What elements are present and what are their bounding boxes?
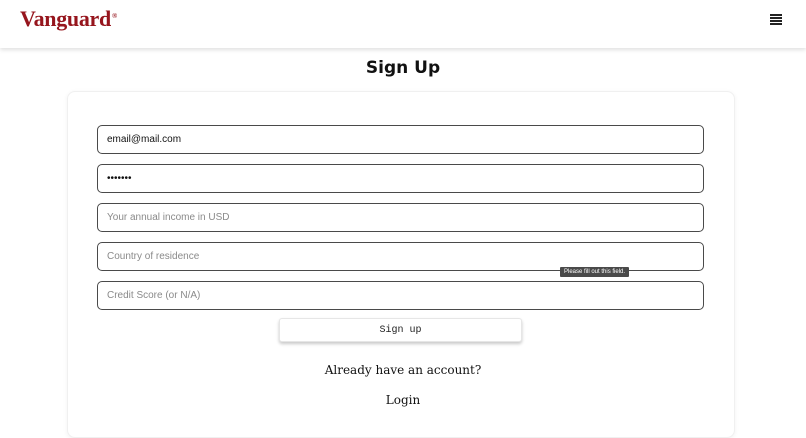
validation-tooltip: Please fill out this field. — [560, 267, 630, 277]
vanguard-logo[interactable]: Vanguard® — [20, 6, 117, 32]
logo-text: Vanguard — [20, 6, 111, 31]
email-field[interactable] — [97, 125, 704, 154]
already-have-account-text: Already have an account? — [324, 363, 482, 377]
sign-up-button[interactable]: Sign up — [279, 318, 522, 342]
credit-score-field[interactable] — [97, 281, 704, 310]
page-title: Sign Up — [365, 58, 441, 78]
hamburger-menu-icon[interactable] — [770, 14, 782, 25]
login-link[interactable]: Login — [386, 393, 420, 407]
annual-income-field[interactable] — [97, 203, 704, 232]
password-field[interactable] — [97, 164, 704, 193]
top-header: Vanguard® — [0, 0, 806, 48]
login-link-row: Login — [0, 393, 806, 407]
logo-registered-mark: ® — [111, 11, 117, 20]
